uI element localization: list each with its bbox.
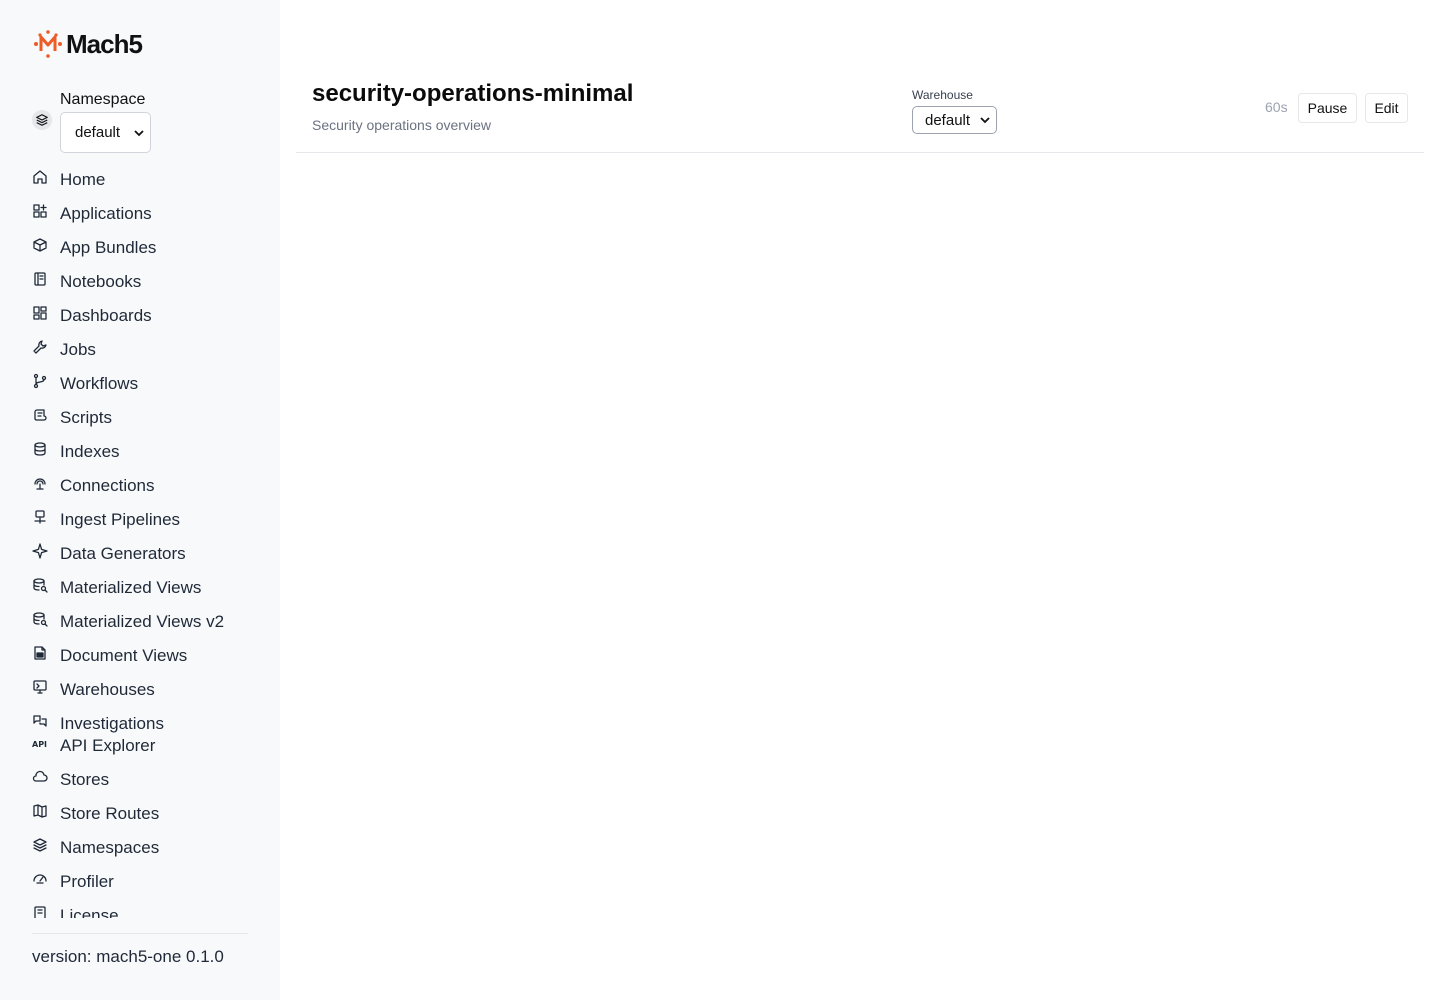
warehouse-select[interactable]: default (912, 106, 997, 134)
sidebar-item-label: Document Views (60, 646, 188, 665)
sidebar-item-label: License (60, 906, 119, 918)
brand-name: Mach5 (66, 28, 143, 59)
sidebar-item-label: Workflows (60, 374, 139, 393)
sidebar-item-label: API Explorer (60, 736, 156, 755)
map-icon (33, 804, 47, 818)
applications-icon (33, 204, 47, 218)
sidebar-item-label: Materialized Views v2 (60, 612, 225, 631)
warehouse-select-value: default (925, 111, 971, 129)
notebook-icon (34, 272, 46, 286)
svg-text:API: API (32, 740, 47, 749)
sidebar-item-label: Warehouses (60, 680, 155, 699)
api-icon: API (32, 740, 47, 749)
sidebar-item-data-generators[interactable]: Data Generators (32, 542, 262, 566)
sidebar-nav: Home Applications App Bundles Notebooks Dash… (32, 168, 262, 918)
sidebar-item-label: Home (60, 170, 106, 189)
edit-button[interactable]: Edit (1365, 93, 1408, 123)
sidebar-item-profiler[interactable]: Profiler (32, 870, 262, 894)
page-title: security-operations-minimal (312, 80, 634, 107)
cloud-icon (32, 770, 48, 782)
dashboard-header: security-operations-minimal Security ope… (296, 60, 1424, 153)
chevron-down-icon (134, 129, 144, 136)
sidebar-item-scripts[interactable]: Scripts (32, 406, 262, 430)
sparkle-icon (32, 543, 48, 559)
cable-icon (34, 478, 46, 490)
wrench-icon (33, 340, 47, 354)
sidebar-item-label: Dashboards (60, 306, 152, 325)
sidebar-item-ingest-pipelines[interactable]: Ingest Pipelines (32, 508, 262, 532)
page-subtitle: Security operations overview (312, 117, 491, 133)
sidebar-item-investigations[interactable]: Investigations (32, 712, 262, 736)
pause-button[interactable]: Pause (1298, 93, 1357, 123)
sidebar-item-app-bundles[interactable]: App Bundles (32, 236, 262, 260)
sidebar-item-applications[interactable]: Applications (32, 202, 262, 226)
warehouse-label: Warehouse (912, 88, 973, 102)
sidebar-item-label: Data Generators (60, 544, 186, 563)
layers-icon (33, 838, 47, 852)
sidebar-item-label: Profiler (60, 872, 114, 891)
sidebar-item-label: Namespaces (60, 838, 160, 857)
sidebar-item-indexes[interactable]: Indexes (32, 440, 262, 464)
sidebar-item-label: Notebooks (60, 272, 142, 291)
layers-icon (32, 110, 52, 130)
git-branch-icon (33, 373, 47, 389)
mach5-logo-icon (34, 30, 62, 58)
network-icon (34, 510, 46, 524)
sidebar-item-label: Store Routes (60, 804, 160, 823)
license-icon (34, 906, 46, 918)
sidebar-item-document-views[interactable]: Document Views (32, 644, 262, 668)
sidebar-item-label: Indexes (60, 442, 120, 461)
sidebar-item-jobs[interactable]: Jobs (32, 338, 262, 362)
sidebar-item-stores[interactable]: Stores (32, 768, 262, 792)
sidebar-item-label: Investigations (60, 714, 164, 733)
refresh-interval: 60s (1265, 99, 1288, 115)
sidebar-item-license[interactable]: License (32, 904, 262, 918)
sidebar-item-label: Ingest Pipelines (60, 510, 181, 529)
version-text: version: mach5-one 0.1.0 (32, 947, 224, 966)
home-icon (33, 170, 47, 184)
sidebar-item-label: App Bundles (60, 238, 157, 257)
sidebar: Mach5 Namespace default Home Applications… (0, 0, 280, 1000)
script-icon (34, 409, 47, 421)
sidebar-item-label: Connections (60, 476, 155, 495)
gauge-icon (33, 874, 47, 884)
brand-logo[interactable]: Mach5 (32, 28, 143, 60)
sidebar-item-label: Stores (60, 770, 110, 789)
sidebar-item-dashboards[interactable]: Dashboards (32, 304, 262, 328)
sidebar-item-api-explorer[interactable]: API API Explorer (32, 734, 262, 758)
sidebar-item-warehouses[interactable]: Warehouses (32, 678, 262, 702)
sidebar-item-label: Jobs (60, 340, 96, 359)
database-icon (34, 442, 46, 456)
sidebar-item-workflows[interactable]: Workflows (32, 372, 262, 396)
file-icon (34, 646, 46, 660)
chevron-down-icon (980, 117, 990, 124)
sidebar-item-materialized-views[interactable]: Materialized Views (32, 576, 262, 600)
sidebar-item-label: Materialized Views (60, 578, 202, 597)
namespace-select-value: default (75, 124, 121, 141)
sidebar-item-label: Applications (60, 204, 152, 223)
sidebar-item-notebooks[interactable]: Notebooks (32, 270, 262, 294)
chat-icon (33, 715, 47, 727)
sidebar-item-home[interactable]: Home (32, 168, 262, 192)
package-icon (33, 238, 47, 252)
sidebar-item-namespaces[interactable]: Namespaces (32, 836, 262, 860)
sidebar-item-label: Scripts (60, 408, 112, 427)
database-search-icon (33, 578, 48, 593)
monitor-icon (33, 680, 47, 694)
sidebar-item-materialized-views-v2[interactable]: Materialized Views v2 (32, 610, 262, 634)
sidebar-item-store-routes[interactable]: Store Routes (32, 802, 262, 826)
namespace-select[interactable]: default (60, 112, 151, 153)
sidebar-divider (32, 933, 248, 934)
dashboard-icon (33, 306, 47, 320)
namespace-label: Namespace (60, 91, 146, 108)
database-search-icon (33, 612, 48, 627)
sidebar-item-connections[interactable]: Connections (32, 474, 262, 498)
